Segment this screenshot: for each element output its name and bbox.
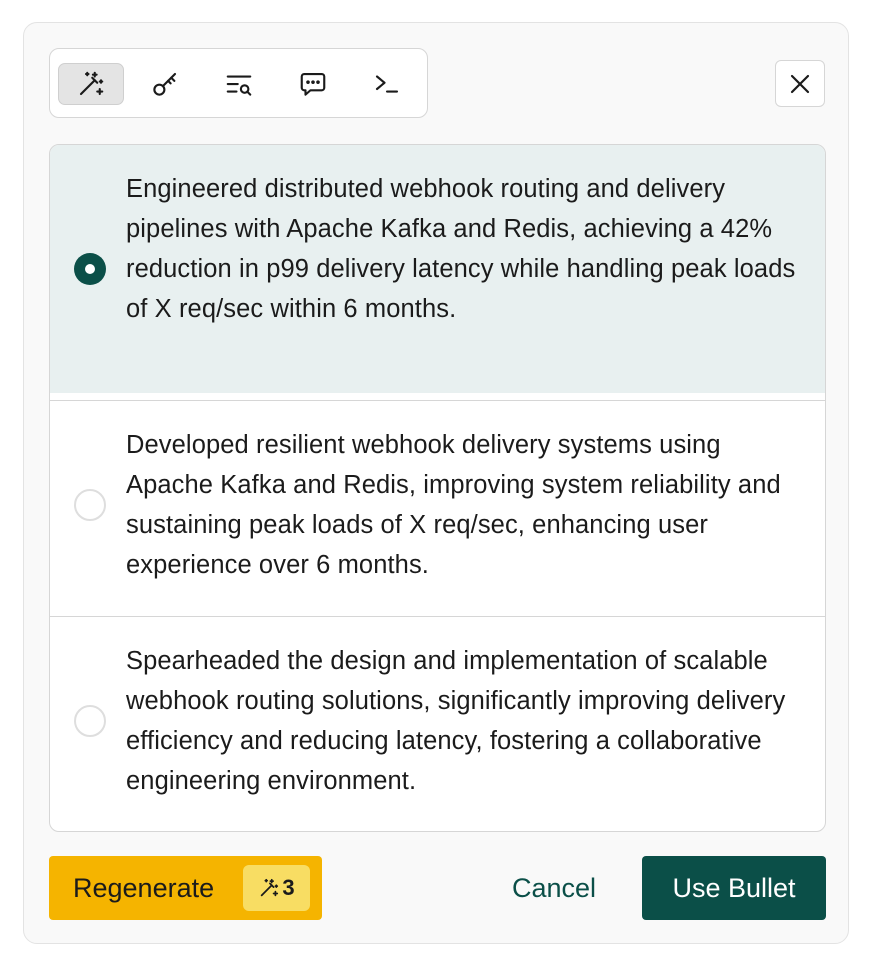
terminal-icon bbox=[375, 75, 399, 93]
close-button[interactable] bbox=[775, 60, 825, 107]
regenerate-credits-count: 3 bbox=[282, 875, 295, 900]
use-bullet-button[interactable]: Use Bullet bbox=[642, 856, 826, 920]
bullet-option-1[interactable]: Engineered distributed webhook routing a… bbox=[50, 145, 825, 393]
bullet-option-2[interactable]: Developed resilient webhook delivery sys… bbox=[50, 400, 825, 616]
bullet-option-text: Spearheaded the design and implementatio… bbox=[126, 647, 786, 795]
tool-chat[interactable] bbox=[280, 63, 346, 105]
list-search-icon bbox=[226, 75, 252, 96]
regenerate-button[interactable]: Regenerate 3 bbox=[49, 856, 322, 920]
radio-option-1[interactable] bbox=[74, 253, 106, 285]
bullet-option-text: Developed resilient webhook delivery sys… bbox=[126, 431, 781, 579]
regenerate-credits-badge: 3 bbox=[243, 865, 310, 911]
regenerate-label: Regenerate bbox=[73, 873, 215, 903]
ai-toolbar bbox=[49, 48, 428, 118]
bullet-suggestions-panel: Engineered distributed webhook routing a… bbox=[23, 22, 849, 944]
tool-terminal[interactable] bbox=[354, 63, 420, 105]
magic-wand-icon bbox=[261, 878, 279, 897]
chat-icon bbox=[300, 72, 326, 96]
cancel-button[interactable]: Cancel bbox=[488, 856, 620, 920]
key-icon bbox=[153, 72, 177, 96]
magic-wand-icon bbox=[79, 71, 104, 96]
close-icon bbox=[790, 74, 810, 93]
tool-magic-wand[interactable] bbox=[58, 63, 124, 105]
bullet-option-3[interactable]: Spearheaded the design and implementatio… bbox=[50, 616, 825, 831]
bullet-option-text: Engineered distributed webhook routing a… bbox=[126, 175, 796, 323]
radio-option-2[interactable] bbox=[74, 489, 106, 521]
tool-list-search[interactable] bbox=[206, 63, 272, 105]
tool-key[interactable] bbox=[132, 63, 198, 105]
bullet-options-list: Engineered distributed webhook routing a… bbox=[49, 144, 826, 832]
radio-option-3[interactable] bbox=[74, 705, 106, 737]
